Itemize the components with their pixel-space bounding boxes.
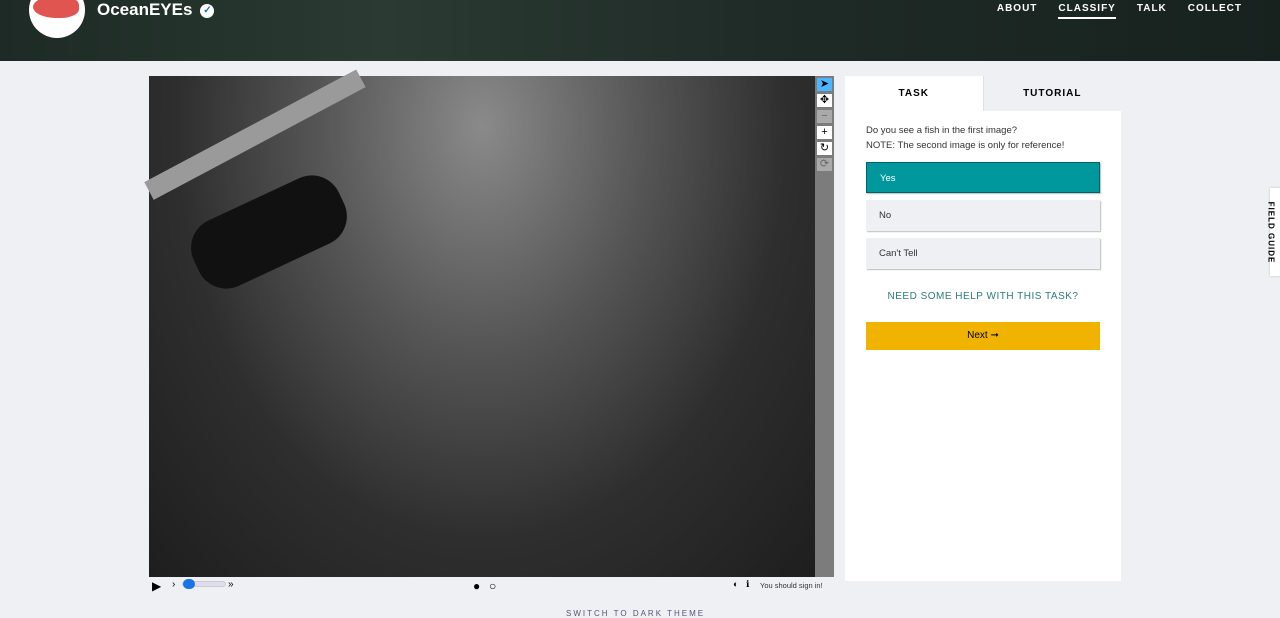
slow-icon[interactable]: ›	[172, 579, 175, 590]
question: Do you see a fish in the first image?	[866, 125, 1018, 136]
field-guide-tab[interactable]: FIELD GUIDE	[1266, 188, 1280, 276]
sign-in-notice: You should sign in!	[760, 581, 823, 590]
subject-image[interactable]	[144, 69, 815, 577]
tab-tutorial[interactable]: TUTORIAL	[982, 76, 1121, 111]
nav-talk[interactable]: TALK	[1137, 3, 1167, 19]
speed-slider[interactable]	[182, 579, 226, 589]
zoom-in-icon[interactable]: +	[817, 126, 832, 139]
info-icon[interactable]: ℹ	[746, 579, 749, 590]
rotate-icon[interactable]: ↻	[817, 142, 832, 155]
zoom-out-icon[interactable]: −	[817, 110, 832, 123]
header: OceanEYEs ✓ ABOUT CLASSIFY TALK COLLECT	[0, 0, 1280, 61]
nav-collect[interactable]: COLLECT	[1188, 3, 1242, 19]
frame-1-dot[interactable]: ●	[473, 579, 480, 593]
theme-toggle[interactable]: SWITCH TO DARK THEME	[566, 609, 705, 618]
task-panel: TASK TUTORIAL Do you see a fish in the fi…	[845, 76, 1121, 581]
slider-handle[interactable]	[183, 579, 195, 589]
tab-task[interactable]: TASK	[845, 76, 983, 111]
project-avatar[interactable]	[29, 0, 85, 38]
camera-boom	[144, 69, 366, 200]
fish-logo	[33, 0, 79, 18]
play-icon[interactable]: ▶	[152, 579, 161, 593]
project-title[interactable]: OceanEYEs ✓	[97, 0, 215, 20]
image-toolbar: ➤ ✥ − + ↻ ⟳	[815, 76, 834, 577]
reset-icon[interactable]: ⟳	[817, 158, 832, 171]
answer-no[interactable]: No	[866, 200, 1100, 231]
verified-icon: ✓	[200, 4, 215, 18]
nav-about[interactable]: ABOUT	[997, 3, 1038, 19]
answer-yes[interactable]: Yes	[866, 162, 1100, 193]
contrast-icon[interactable]: ◐	[733, 579, 738, 589]
next-button[interactable]: Next ➞	[866, 322, 1100, 350]
answer-cant-tell[interactable]: Can't Tell	[866, 238, 1100, 269]
frame-2-dot[interactable]: ○	[489, 579, 496, 593]
note: NOTE: The second image is only for refer…	[866, 140, 1065, 151]
fast-icon[interactable]: »	[228, 579, 234, 590]
move-icon[interactable]: ✥	[817, 94, 832, 107]
pointer-icon[interactable]: ➤	[817, 78, 832, 91]
float	[181, 165, 357, 299]
help-link[interactable]: NEED SOME HELP WITH THIS TASK?	[845, 291, 1121, 302]
nav-classify[interactable]: CLASSIFY	[1058, 3, 1116, 19]
